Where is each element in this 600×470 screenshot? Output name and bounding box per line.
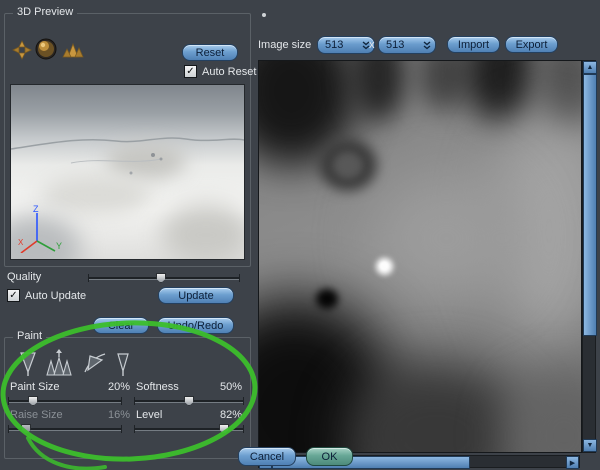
quality-label: Quality — [7, 271, 42, 283]
svg-text:Y: Y — [56, 241, 62, 251]
compass-tool-icon[interactable] — [12, 40, 32, 60]
auto-update-checkbox-row: Auto Update — [7, 289, 86, 302]
auto-reset-checkbox-row: Auto Reset — [184, 65, 256, 78]
image-height-dropdown[interactable]: 513 — [378, 36, 436, 54]
clear-button[interactable]: Clear — [93, 317, 149, 334]
heightmap-crater-center — [333, 152, 363, 179]
heightmap-canvas[interactable] — [258, 60, 582, 453]
horizontal-scrollbar-thumb[interactable] — [272, 456, 470, 469]
raise-size-slider-thumb — [21, 424, 32, 434]
mountain-tool-icon[interactable] — [62, 41, 84, 58]
heightmap-mid-region — [504, 371, 581, 452]
chevron-down-icon — [423, 41, 431, 50]
scroll-down-arrow-icon[interactable]: ▼ — [583, 439, 597, 452]
vertical-scrollbar-thumb[interactable] — [583, 74, 597, 336]
paint-size-slider[interactable] — [8, 395, 122, 407]
svg-text:X: X — [18, 238, 24, 247]
axis-gizmo-icon: Z Y X — [18, 204, 62, 253]
raise-size-value: 16% — [108, 409, 131, 421]
size-x-label: x — [369, 39, 375, 51]
ok-button[interactable]: OK — [306, 447, 353, 466]
level-label: Level — [136, 409, 163, 421]
softness-slider[interactable] — [134, 395, 244, 407]
softness-value: 50% — [220, 381, 243, 393]
softness-slider-thumb[interactable] — [184, 396, 194, 406]
raise-size-label: Raise Size — [10, 409, 63, 421]
undo-redo-button[interactable]: Undo/Redo — [157, 317, 234, 334]
paint-brush-tool-icon[interactable] — [16, 350, 40, 377]
paint-size-slider-thumb[interactable] — [28, 396, 39, 406]
level-value: 82% — [220, 409, 243, 421]
paint-group-title: Paint — [13, 330, 47, 342]
image-width-value: 513 — [325, 39, 344, 51]
heightmap-dark-region — [351, 61, 406, 121]
preview-group-title: 3D Preview — [13, 6, 78, 18]
reset-button[interactable]: Reset — [182, 44, 238, 61]
level-brush-tool-icon[interactable] — [113, 350, 133, 377]
terrain-3d-preview[interactable]: Z Y X — [10, 84, 245, 260]
heightmap-dark-region — [464, 61, 536, 123]
import-button[interactable]: Import — [447, 36, 500, 53]
smooth-brush-tool-icon[interactable] — [82, 350, 108, 377]
paint-size-value: 20% — [108, 381, 131, 393]
heightmap-dark-region — [417, 61, 469, 111]
svg-text:Z: Z — [33, 204, 39, 214]
multi-raise-tool-icon[interactable] — [45, 349, 73, 377]
level-slider-thumb[interactable] — [219, 424, 230, 434]
scroll-right-arrow-icon[interactable]: ▶ — [566, 456, 579, 469]
export-button[interactable]: Export — [505, 36, 558, 53]
scroll-up-arrow-icon[interactable]: ▲ — [583, 61, 597, 74]
quality-slider[interactable] — [88, 272, 240, 284]
auto-update-checkbox[interactable] — [7, 289, 20, 302]
auto-reset-checkbox[interactable] — [184, 65, 197, 78]
softness-label: Softness — [136, 381, 179, 393]
image-height-value: 513 — [386, 39, 405, 51]
quality-slider-thumb[interactable] — [155, 273, 166, 283]
heightmap-light-region — [374, 176, 519, 301]
terrain-editor-dialog: 3D Preview Reset Auto Reset — [0, 0, 600, 470]
image-width-dropdown[interactable]: 513 — [317, 36, 375, 54]
level-slider[interactable] — [134, 423, 244, 435]
status-dot — [262, 13, 266, 17]
update-button[interactable]: Update — [158, 287, 234, 304]
auto-update-label: Auto Update — [25, 289, 87, 302]
heightmap-white-dot-core — [380, 262, 388, 270]
vertical-scrollbar[interactable]: ▲ ▼ — [582, 60, 597, 453]
raise-size-slider — [8, 423, 122, 435]
auto-reset-label: Auto Reset — [202, 65, 257, 78]
image-size-label: Image size — [258, 39, 312, 51]
trackball-tool-icon[interactable] — [34, 37, 58, 61]
cancel-button[interactable]: Cancel — [238, 447, 296, 466]
paint-size-label: Paint Size — [10, 381, 60, 393]
